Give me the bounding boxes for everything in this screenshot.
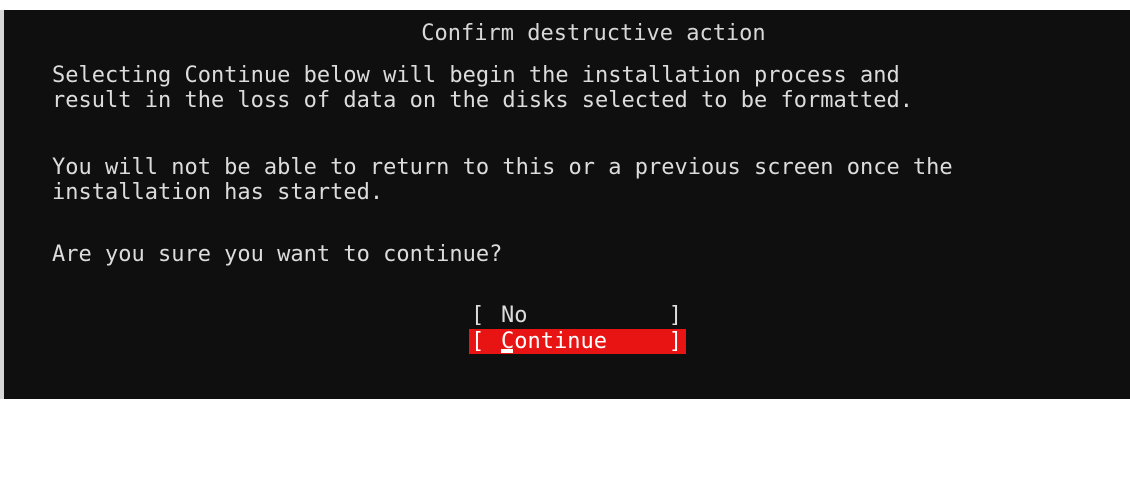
continue-button[interactable]: [ Continue ]: [469, 329, 686, 354]
no-return-paragraph: You will not be able to return to this o…: [52, 155, 953, 205]
confirm-question: Are you sure you want to continue?: [52, 242, 503, 267]
text-cursor: [501, 349, 513, 353]
no-button-left-bracket: [: [471, 303, 485, 328]
warning-paragraph: Selecting Continue below will begin the …: [52, 63, 913, 113]
confirm-dialog: Confirm destructive action Selecting Con…: [0, 10, 1130, 399]
dialog-title: Confirm destructive action: [415, 21, 772, 46]
dialog-title-bar: Confirm destructive action: [4, 0, 1130, 70]
continue-button-left-bracket: [: [471, 329, 485, 354]
continue-button-right-bracket: ]: [668, 329, 682, 354]
no-button[interactable]: [ No ]: [469, 303, 686, 328]
no-button-right-bracket: ]: [668, 303, 682, 328]
continue-button-label: Continue: [501, 329, 607, 354]
no-button-label: No: [501, 303, 528, 328]
